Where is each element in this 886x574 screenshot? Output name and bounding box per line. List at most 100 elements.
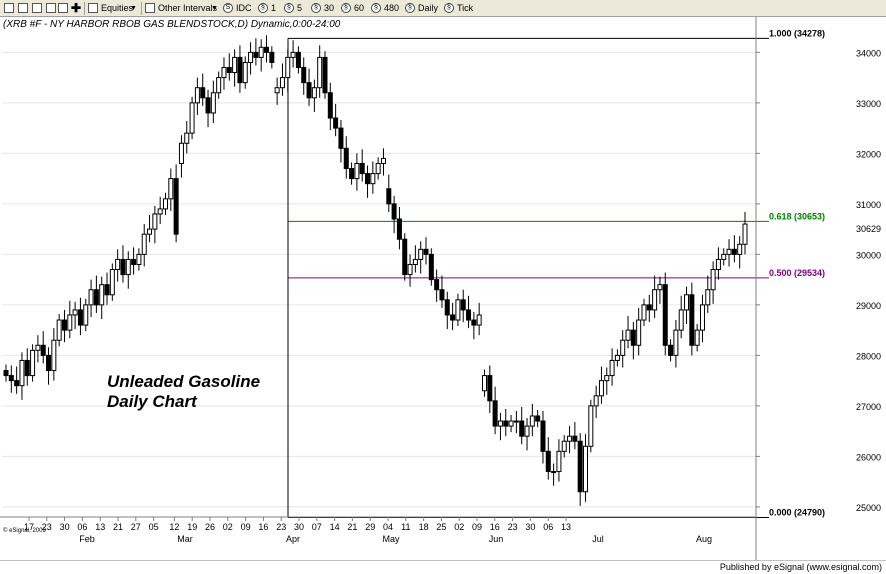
candle-body [279,77,285,89]
candle-body [434,279,440,291]
candle [109,263,115,301]
candle-body [598,380,604,397]
annotation-line-2: Daily Chart [107,392,198,411]
candle-body [8,375,14,382]
equities-dropdown[interactable]: Equities [101,0,133,17]
candle-body [306,82,312,99]
chart-frame[interactable]: 1.000 (34278) 0.618 (30653) 0.500 (29534) 0… [0,17,886,560]
interval-button-30[interactable]: 30 [324,0,334,17]
chart-toolbar: ✚ Equities ▼ Other Intervals ▼ S IDC § 1… [0,0,886,17]
candle-body [428,253,434,281]
candle-body [343,147,349,170]
x-day-label: 02 [223,522,233,532]
candle-body [24,359,30,377]
x-day-label: 09 [241,522,251,532]
candle-body [168,178,174,200]
candle-body [636,319,642,346]
candle-body [136,253,142,265]
candle-body [317,56,323,89]
candle-body [242,61,248,84]
y-tick-label: 27000 [856,402,881,412]
interval-button-idc[interactable]: IDC [236,0,252,17]
candle-body [646,304,652,311]
candle-body [715,258,721,271]
x-day-label: 30 [60,522,70,532]
interval-button-480[interactable]: 480 [384,0,399,17]
y-tick-label: 25000 [856,503,881,513]
candle-body [731,248,737,255]
lock-icon[interactable] [58,3,68,13]
candle-body [232,56,238,74]
y-tick-label: 33000 [856,99,881,109]
chart-title: (XRB #F - NY HARBOR RBOB GAS BLENDSTOCK,… [3,19,341,30]
last-price-label: 30629 [856,224,881,234]
candle-body [386,188,392,205]
candle-body [540,420,546,452]
interval-button-5[interactable]: 5 [297,0,302,17]
x-month-label: Jul [592,534,604,544]
candle-body [694,329,700,346]
candle-body [61,319,67,331]
x-day-label: 21 [347,522,357,532]
candle-body [349,168,355,180]
candlestick-chart[interactable]: 1.000 (34278) 0.618 (30653) 0.500 (29534) 0… [0,17,886,560]
other-intervals-dropdown[interactable]: Other Intervals [158,0,217,17]
candle-body [221,67,227,79]
candle-body [593,395,599,407]
interval-button-1[interactable]: 1 [271,0,276,17]
intervals-icon [145,3,155,13]
candle-body [216,77,222,94]
x-day-label: 18 [419,522,429,532]
fib-level-label: 0.500 (29534) [769,268,825,278]
candle-body [466,309,472,321]
interval-icon: § [311,3,321,13]
candle-body [460,299,466,311]
candle-body [56,319,62,341]
candle-body [370,173,376,185]
candle-body [210,92,216,114]
candle-body [705,289,711,306]
y-tick-label: 29000 [856,301,881,311]
add-icon[interactable]: ✚ [71,0,81,17]
candle-body [492,400,498,427]
interval-icon: § [258,3,268,13]
chevron-down-icon[interactable]: ▼ [130,0,137,17]
esignal-watermark: © eSignal, 2009 [3,527,46,534]
interval-button-tick[interactable]: Tick [457,0,473,17]
copy-page-icon[interactable] [46,3,56,13]
candle-body [77,309,83,326]
chevron-down-icon[interactable]: ▼ [211,0,218,17]
interval-button-daily[interactable]: Daily [418,0,438,17]
x-day-label: 30 [525,522,535,532]
y-tick-label: 28000 [856,351,881,361]
candle-body [396,218,402,240]
candle-body [67,314,73,331]
candle-body [109,269,115,296]
candle-body [609,359,615,377]
candle-body [258,46,264,58]
x-day-label: 16 [490,522,500,532]
interval-button-60[interactable]: 60 [354,0,364,17]
candle-body [269,51,275,63]
candle-body [104,284,110,296]
publisher-credit: Published by eSignal (www.esignal.com) [719,562,882,572]
x-day-label: 04 [383,522,393,532]
candle [402,233,408,281]
x-day-label: 23 [276,522,286,532]
x-day-label: 13 [95,522,105,532]
copy-icon[interactable] [32,3,42,13]
candle-body [295,51,301,69]
y-tick-label: 34000 [856,48,881,58]
x-month-label: Jun [489,534,504,544]
page-icon[interactable] [18,3,28,13]
chart-type-icon[interactable] [4,3,14,13]
candle [189,96,195,140]
x-month-label: Mar [177,534,193,544]
interval-icon: S [223,3,233,13]
status-footer: Published by eSignal (www.esignal.com) [0,560,886,574]
candle-body [147,228,153,235]
x-day-label: 12 [169,522,179,532]
candle-body [657,284,663,291]
candle-body [742,223,748,245]
candle-body [710,269,716,291]
